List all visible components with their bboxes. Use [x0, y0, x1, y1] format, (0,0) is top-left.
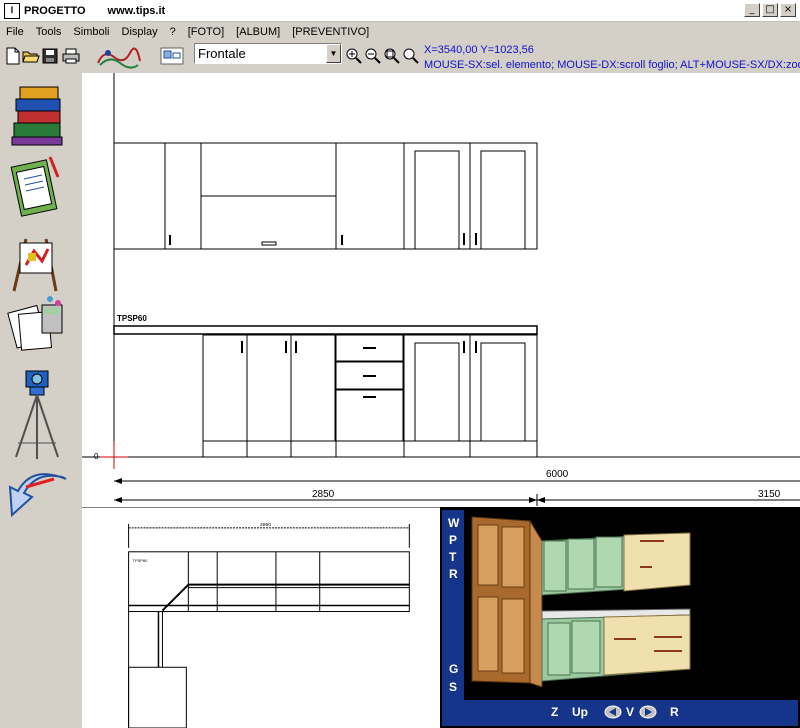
sidebar [0, 73, 82, 728]
logo-icon [97, 47, 141, 69]
window-controls: _ □ × [744, 3, 796, 17]
chevron-down-icon[interactable]: ▼ [326, 44, 341, 63]
documents-calculator-icon[interactable] [6, 295, 70, 359]
dim-left-label: 2850 [312, 489, 335, 500]
clipboard-icon[interactable] [6, 155, 70, 225]
dim-right-label: 3150 [758, 489, 781, 500]
print-icon[interactable] [62, 47, 80, 65]
plan-label: TPSP60 [133, 558, 149, 563]
view-select[interactable]: Frontale ▼ [194, 43, 342, 64]
view-v-button[interactable]: V [626, 705, 634, 719]
minimize-button[interactable]: _ [744, 3, 760, 17]
dim-total-label: 6000 [546, 469, 569, 480]
menu-display[interactable]: Display [116, 26, 164, 38]
maximize-button[interactable]: □ [762, 3, 778, 17]
dimension-total: 6000 [114, 469, 800, 484]
new-file-icon[interactable] [4, 47, 22, 65]
menu-simboli[interactable]: Simboli [67, 26, 115, 38]
wall-cabinets [113, 142, 538, 250]
app-url: www.tips.it [107, 4, 166, 17]
menu-bar: File Tools Simboli Display ? [FOTO] [ALB… [0, 22, 800, 41]
drawing-canvas[interactable]: TPSP60 0 6000 2850 3150 [82, 73, 800, 507]
worktop[interactable] [113, 325, 538, 335]
zoom-out-icon[interactable] [364, 47, 382, 65]
app-icon[interactable]: Ⅰ [4, 2, 20, 19]
worktop-label: TPSP60 [117, 314, 147, 323]
reset-r-button[interactable]: R [670, 705, 679, 719]
view-p-button[interactable]: P [449, 533, 457, 547]
zoom-window-icon[interactable] [383, 47, 401, 65]
view-toggle-icon[interactable] [160, 47, 184, 65]
arrow-back-icon[interactable] [6, 469, 70, 523]
render-3d [471, 516, 691, 688]
menu-album[interactable]: [ALBUM] [230, 26, 286, 38]
close-button[interactable]: × [780, 3, 796, 17]
app-title: PROGETTO [24, 4, 86, 17]
view-g-button[interactable]: G [449, 662, 458, 676]
menu-foto[interactable]: [FOTO] [182, 26, 230, 38]
books-icon[interactable] [6, 79, 70, 151]
view-s-button[interactable]: S [449, 680, 457, 694]
view-select-value: Frontale [198, 46, 246, 61]
mouse-hint: MOUSE-SX:sel. elemento; MOUSE-DX:scroll … [424, 59, 800, 71]
origin-label: 0 [94, 452, 99, 461]
zoom-in-icon[interactable] [345, 47, 363, 65]
app-window: Ⅰ PROGETTO www.tips.it _ □ × File Tools … [0, 0, 800, 728]
up-button[interactable]: Up [572, 705, 588, 719]
view-r-button[interactable]: R [449, 567, 458, 581]
base-cabinets [113, 334, 538, 458]
plan-view[interactable]: 2850 TPSP60 [82, 507, 440, 728]
coordinates-readout: X=3540,00 Y=1023,56 [424, 44, 534, 56]
rotate-right-icon[interactable] [639, 705, 657, 719]
menu-tools[interactable]: Tools [30, 26, 68, 38]
view-t-button[interactable]: T [449, 550, 456, 564]
menu-help[interactable]: ? [164, 26, 182, 38]
rotate-left-icon[interactable] [604, 705, 622, 719]
title-bar: Ⅰ PROGETTO www.tips.it _ □ × [0, 0, 800, 22]
zoom-z-button[interactable]: Z [551, 705, 558, 719]
camera-tripod-icon[interactable] [6, 363, 70, 463]
easel-icon[interactable] [6, 229, 70, 295]
view-3d[interactable] [440, 507, 800, 728]
dimension-parts: 2850 3150 [114, 489, 800, 506]
view-w-button[interactable]: W [448, 516, 459, 530]
open-folder-icon[interactable] [22, 47, 40, 65]
menu-file[interactable]: File [0, 26, 30, 38]
zoom-all-icon[interactable] [402, 47, 420, 65]
save-icon[interactable] [41, 47, 59, 65]
plan-dim-label: 2850 [260, 522, 271, 528]
menu-preventivo[interactable]: [PREVENTIVO] [286, 26, 375, 38]
